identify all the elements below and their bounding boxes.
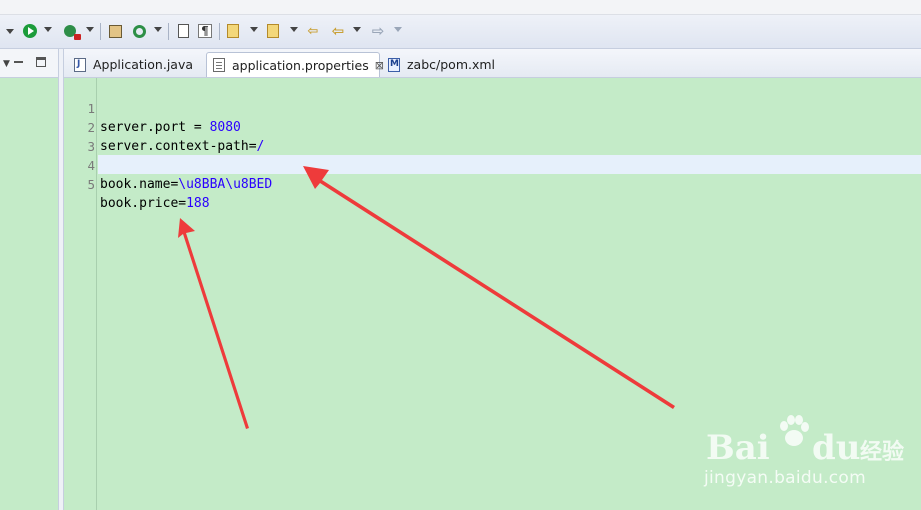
new-class-icon[interactable]	[131, 23, 147, 39]
new-package-icon[interactable]	[107, 23, 123, 39]
editor-tab-bar: Application.java application.properties …	[64, 49, 921, 78]
toggle-mark-occurrences-icon[interactable]	[175, 23, 191, 39]
code-line[interactable]: 4 book.name=\u8BBA\u8BED	[64, 137, 921, 192]
maximize-icon[interactable]	[36, 57, 46, 67]
back-icon[interactable]: ⇦	[330, 22, 346, 40]
toolbar-separator	[219, 23, 220, 40]
previous-annotation-dropdown-icon[interactable]	[290, 27, 298, 32]
watermark-url: jingyan.baidu.com	[704, 468, 866, 488]
last-edit-location-icon[interactable]: ⇦	[305, 23, 321, 39]
code-line[interactable]: 1 server.port = 8080	[64, 80, 921, 135]
tab-label: Application.java	[93, 57, 194, 72]
code-line-current[interactable]: 5 book.price=188	[64, 156, 921, 211]
view-menu-icon[interactable]: ▼	[3, 59, 10, 69]
baidu-jingyan-watermark: Bai du 经验 jingyan.baidu.com	[700, 408, 910, 503]
property-key: book.price=	[100, 196, 187, 211]
watermark-brand-left: Bai	[706, 428, 770, 468]
properties-file-icon	[213, 58, 225, 72]
run-icon[interactable]	[22, 23, 38, 39]
forward-dropdown-icon[interactable]	[394, 27, 402, 32]
tab-label: zabc/pom.xml	[407, 57, 496, 72]
previous-annotation-icon[interactable]	[265, 23, 281, 39]
property-value: 188	[186, 196, 210, 211]
left-panel: ▼	[0, 49, 58, 510]
debug-icon[interactable]	[62, 23, 81, 40]
code-text: book.price=188	[100, 194, 210, 213]
watermark-brand-right: du	[812, 428, 861, 468]
property-key: book.name=	[100, 177, 179, 192]
next-annotation-dropdown-icon[interactable]	[250, 27, 258, 32]
minimize-icon[interactable]	[14, 61, 23, 63]
run-dropdown-icon[interactable]	[44, 27, 52, 32]
line-number: 5	[87, 177, 95, 192]
watermark-brand-suffix: 经验	[860, 440, 905, 465]
code-lines: 1 server.port = 8080 2 server.context-pa…	[64, 80, 921, 211]
show-whitespace-icon[interactable]: ¶	[197, 23, 213, 39]
debug-dropdown-icon[interactable]	[86, 27, 94, 32]
maven-pom-icon	[388, 57, 400, 72]
tab-application-java[interactable]: Application.java	[68, 52, 204, 77]
window-top-strip	[0, 0, 921, 15]
java-file-icon	[74, 57, 86, 72]
property-value: \u8BBA\u8BED	[178, 177, 273, 192]
forward-icon[interactable]: ⇨	[370, 22, 386, 40]
next-annotation-icon[interactable]	[225, 23, 241, 39]
code-line[interactable]: 2 server.context-path=/	[64, 99, 921, 154]
back-dropdown-icon[interactable]	[353, 27, 361, 32]
tab-application-properties[interactable]: application.properties ⊠	[206, 52, 384, 77]
tab-pom-xml[interactable]: zabc/pom.xml	[382, 52, 502, 77]
left-panel-header: ▼	[0, 49, 58, 78]
toolbar-overflow-dropdown[interactable]	[2, 23, 18, 39]
main-toolbar: ¶ ⇦ ⇦ ⇨	[0, 15, 921, 49]
code-line[interactable]: 3	[64, 118, 921, 154]
tab-label: application.properties	[232, 57, 369, 73]
paw-logo-icon	[780, 415, 809, 446]
toolbar-separator	[100, 23, 101, 40]
new-class-dropdown-icon[interactable]	[154, 27, 162, 32]
toolbar-separator	[168, 23, 169, 40]
code-text: book.name=\u8BBA\u8BED	[100, 175, 272, 194]
